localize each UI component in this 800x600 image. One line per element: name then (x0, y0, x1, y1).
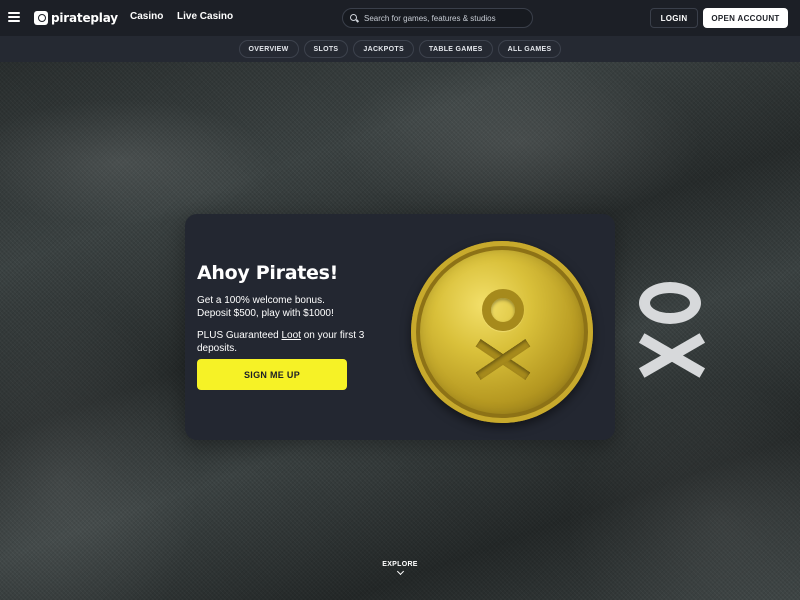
tab-jackpots[interactable]: JACKPOTS (353, 40, 414, 58)
promo-line-3-pre: PLUS Guaranteed (197, 330, 282, 341)
gold-coin-image (411, 241, 593, 423)
loot-link[interactable]: Loot (282, 330, 301, 341)
promo-line-3-post: on your first 3 (300, 330, 365, 341)
search-input[interactable] (364, 13, 524, 23)
search-icon (350, 13, 359, 23)
ox-emblem (637, 282, 706, 382)
category-nav: OVERVIEW SLOTS JACKPOTS TABLE GAMES ALL … (0, 36, 800, 62)
promo-line-4: deposits. (197, 343, 238, 354)
login-button[interactable]: LOGIN (650, 8, 698, 28)
nav-live-casino[interactable]: Live Casino (177, 11, 233, 22)
logo[interactable]: pirateplay (34, 10, 118, 26)
nav-casino[interactable]: Casino (130, 11, 163, 22)
promo-line-1: Get a 100% welcome bonus. (197, 295, 325, 306)
tab-overview[interactable]: OVERVIEW (238, 40, 299, 58)
promo-line-2: Deposit $500, play with $1000! (197, 308, 334, 319)
top-bar: pirateplay Casino Live Casino LOGIN OPEN… (0, 0, 800, 36)
promo-title: Ahoy Pirates! (197, 262, 338, 284)
logo-icon (34, 11, 48, 25)
tab-table-games[interactable]: TABLE GAMES (418, 40, 493, 58)
explore-button[interactable]: EXPLORE (370, 561, 430, 576)
logo-text: pirateplay (51, 11, 118, 25)
tab-all-games[interactable]: ALL GAMES (497, 40, 562, 58)
tab-slots[interactable]: SLOTS (303, 40, 349, 58)
promo-card: Ahoy Pirates! Get a 100% welcome bonus. … (185, 214, 615, 440)
promo-line-3: PLUS Guaranteed Loot on your first 3 (197, 329, 364, 342)
search-bar[interactable] (342, 8, 533, 28)
sign-me-up-button[interactable]: SIGN ME UP (197, 359, 347, 390)
chevron-down-icon (396, 567, 404, 576)
menu-icon[interactable] (8, 12, 20, 22)
open-account-button[interactable]: OPEN ACCOUNT (703, 8, 788, 28)
